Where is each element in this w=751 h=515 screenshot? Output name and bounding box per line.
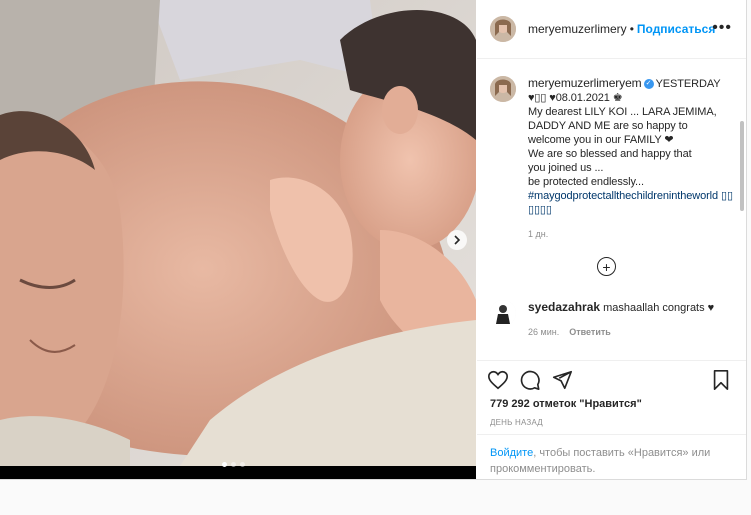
avatar[interactable] [490, 300, 516, 326]
verified-badge-icon: ✓ [643, 79, 654, 90]
carousel-dot [231, 462, 236, 467]
comment-item: syedazahrak mashaallah congrats ♥ 26 мин… [490, 300, 730, 337]
avatar-image [490, 16, 516, 42]
carousel-dot [240, 462, 245, 467]
caption-username[interactable]: meryemuzerlimeryem [528, 76, 642, 90]
caption-text: meryemuzerlimeryem ✓ YESTERDAY ♥▯▯ ♥08.01.… [528, 76, 733, 217]
separator: • [629, 22, 634, 36]
photo-illustration [0, 0, 476, 466]
header-username[interactable]: meryemuzerlimery [528, 22, 627, 36]
comment-meta: 26 мин. Ответить [528, 327, 714, 337]
caption-time: 1 дн. [528, 229, 549, 239]
carousel-dot [222, 462, 227, 467]
comment-username[interactable]: syedazahrak [528, 300, 600, 314]
avatar-image [490, 76, 516, 102]
plus-circle-icon: + [602, 258, 611, 275]
hashtag-link[interactable]: #maygodprotectallthechildrenintheworld ▯… [528, 190, 733, 216]
heart-icon[interactable] [487, 369, 509, 391]
post-sidebar: meryemuzerlimery • Подписаться ••• merye… [477, 0, 746, 479]
comment-icon[interactable] [519, 369, 541, 391]
post-actions: 779 292 отметок "Нравится" ДЕНЬ НАЗАД Во… [477, 360, 746, 479]
comment-text: syedazahrak mashaallah congrats ♥ [528, 300, 714, 315]
comments-section: meryemuzerlimeryem ✓ YESTERDAY ♥▯▯ ♥08.01.… [477, 59, 746, 358]
comment-time: 26 мин. [528, 327, 560, 337]
avatar-image [490, 300, 516, 326]
post-photo [0, 0, 476, 466]
caption: meryemuzerlimeryem ✓ YESTERDAY ♥▯▯ ♥08.01.… [490, 76, 733, 239]
post-date: ДЕНЬ НАЗАД [490, 418, 543, 427]
avatar[interactable] [490, 16, 516, 42]
share-icon[interactable] [551, 369, 573, 391]
post-header: meryemuzerlimery • Подписаться ••• [477, 0, 746, 59]
carousel-indicator [222, 462, 245, 467]
post-dialog: meryemuzerlimery • Подписаться ••• merye… [0, 0, 747, 480]
follow-button[interactable]: Подписаться [637, 22, 715, 36]
next-photo-button[interactable] [447, 230, 467, 250]
comments-scrollbar[interactable] [740, 121, 744, 211]
bookmark-icon[interactable] [710, 369, 732, 391]
likes-count[interactable]: 779 292 отметок "Нравится" [490, 398, 642, 410]
login-prompt: Войдите, чтобы поставить «Нравится» или … [477, 434, 746, 487]
post-media [0, 0, 476, 479]
action-icons [487, 369, 573, 391]
more-horizontal-icon[interactable]: ••• [712, 20, 732, 36]
comment-message: mashaallah congrats ♥ [603, 302, 715, 314]
login-link[interactable]: Войдите [490, 447, 533, 459]
load-more-comments-button[interactable]: + [597, 257, 616, 276]
chevron-right-icon [454, 235, 461, 245]
reply-button[interactable]: Ответить [569, 327, 611, 337]
caption-headline: YESTERDAY [655, 78, 721, 90]
caption-body: ♥▯▯ ♥08.01.2021 ♚ My dearest LILY KOI ..… [528, 92, 717, 188]
avatar[interactable] [490, 76, 516, 102]
